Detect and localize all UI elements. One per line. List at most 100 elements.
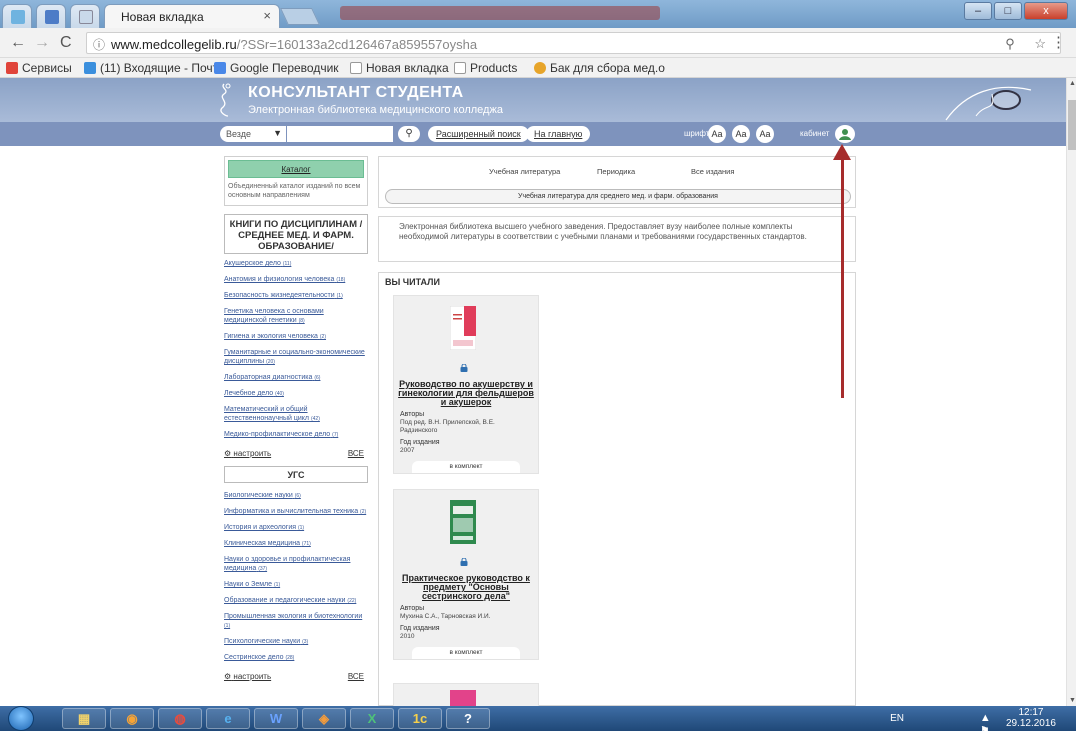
app-icon [45,10,59,24]
reload-icon[interactable]: C [60,34,72,52]
tab-mini-2[interactable] [36,4,66,28]
language-indicator[interactable]: EN [890,713,904,724]
search-input[interactable] [287,126,393,142]
tab-active[interactable]: Новая вкладка × [104,4,280,28]
search-scope-select[interactable]: Везде ▼ [220,126,286,142]
word-icon[interactable]: W [254,708,298,729]
explorer-icon[interactable]: ▦ [62,708,106,729]
ugs-link[interactable]: Науки о здоровье и профилактическая меди… [224,555,368,574]
tab-educational[interactable]: Учебная литература [489,167,560,176]
ie-icon[interactable]: e [206,708,250,729]
discipline-link[interactable]: Гигиена и экология человека (2) [224,332,368,342]
1c-icon[interactable]: 1c [398,708,442,729]
ugs-link[interactable]: Образование и педагогические науки (22) [224,596,368,606]
recently-read-title: ВЫ ЧИТАЛИ [385,277,440,287]
tab-mini-3[interactable] [70,4,100,28]
home-link[interactable]: На главную [526,126,591,142]
font-label: шрифт [684,129,710,138]
back-icon[interactable]: ← [10,34,26,52]
book-card[interactable]: Практическое руководство к предмету "Осн… [393,489,539,660]
configure-link[interactable]: ⚙ настроить [224,449,271,458]
active-collection-pill[interactable]: Учебная литература для среднего мед. и ф… [385,189,851,204]
font-medium-button[interactable]: Aa [732,125,750,143]
discipline-link[interactable]: Гуманитарные и социально-экономические д… [224,348,368,367]
font-small-button[interactable]: Aa [708,125,726,143]
advanced-search-link[interactable]: Расширенный поиск [428,126,529,142]
add-to-kit-button[interactable]: в комплект [412,647,520,659]
link-text: Информатика и вычислительная техника [224,508,359,515]
ugs-link[interactable]: История и археология (1) [224,523,368,533]
tab-all-editions[interactable]: Все издания [691,167,734,176]
ugs-link[interactable]: Промышленная экология и биотехнологии (1… [224,612,368,631]
ugs-link[interactable]: Психологические науки (3) [224,637,368,647]
bookmark-folder[interactable]: Бак для сбора мед.о [534,61,665,75]
book-card[interactable] [393,683,539,706]
forward-icon[interactable]: → [34,34,50,52]
configure-label: настроить [233,449,272,458]
all-link[interactable]: ВСЕ [348,449,364,458]
discipline-link[interactable]: Безопасность жизнедеятельности (1) [224,291,368,301]
all-link[interactable]: ВСЕ [348,672,364,681]
book-title-link[interactable]: Руководство по акушерству и гинекологии … [394,380,538,407]
apps-icon [6,62,18,74]
lock-icon [460,558,468,566]
discipline-link[interactable]: Лабораторная диагностика (6) [224,373,368,383]
ugs-link[interactable]: Сестринское дело (28) [224,653,368,663]
add-to-kit-button[interactable]: в комплект [412,461,520,473]
minimize-button[interactable]: – [964,2,992,20]
address-bar[interactable]: ⓘ www.medcollegelib.ru/?SSr=160133a2cd12… [86,32,1061,54]
tray-icons[interactable]: ▲ ⚑ ⊞ ◀) [980,712,1004,731]
search-button[interactable]: ⚲ [398,126,420,142]
link-text: Гуманитарные и социально-экономические д… [224,349,365,365]
help-icon[interactable]: ? [446,708,490,729]
bookmark-apps[interactable]: Сервисы [6,61,72,75]
gear-icon: ⚙ [224,449,232,458]
excel-icon[interactable]: X [350,708,394,729]
cabinet-button[interactable] [835,125,855,143]
discipline-link[interactable]: Анатомия и физиология человека (18) [224,275,368,285]
scroll-up-icon[interactable]: ▲ [1069,80,1076,87]
book-card[interactable]: Руководство по акушерству и гинекологии … [393,295,539,474]
scroll-thumb[interactable] [1068,100,1076,150]
paint-icon[interactable]: ◈ [302,708,346,729]
browser-menu-icon[interactable]: ⋮ [1051,33,1066,51]
discipline-link[interactable]: Акушерское дело (11) [224,259,368,269]
discipline-link[interactable]: Медико-профилактическое дело (7) [224,430,368,440]
info-icon[interactable]: ⓘ [93,36,105,53]
clock[interactable]: 12:17 29.12.2016 [1006,707,1056,729]
ugs-link[interactable]: Информатика и вычислительная техника (2) [224,507,368,517]
discipline-link[interactable]: Генетика человека с основами медицинской… [224,307,368,326]
bookmark-translate[interactable]: Google Переводчик [214,61,339,75]
authors-label: Авторы [400,411,425,418]
tab-mini-1[interactable] [2,4,32,28]
link-count: (1) [274,582,281,588]
catalog-button[interactable]: Каталог [228,160,364,178]
zoom-star-icons[interactable]: ⚲ ☆ [1005,36,1054,52]
ugs-link[interactable]: Биологические науки (6) [224,491,368,501]
font-large-button[interactable]: Aa [756,125,774,143]
configure-link[interactable]: ⚙ настроить [224,672,271,681]
link-count: (22) [347,598,357,604]
cabinet-label: кабинет [800,129,830,138]
bookmark-products[interactable]: Products [454,61,517,75]
new-tab-button[interactable] [280,8,320,25]
ugs-link[interactable]: Клиническая медицина (71) [224,539,368,549]
media-icon[interactable]: ◉ [110,708,154,729]
ugs-link[interactable]: Науки о Земле (1) [224,580,368,590]
chrome-icon[interactable]: ◍ [158,708,202,729]
stethoscope-glasses-icon [945,86,1032,121]
year-value: 2007 [400,447,415,454]
book-title-link[interactable]: Практическое руководство к предмету "Осн… [394,574,538,601]
bookmark-newtab[interactable]: Новая вкладка [350,61,449,75]
maximize-button[interactable]: □ [994,2,1022,20]
discipline-link[interactable]: Лечебное дело (40) [224,389,368,399]
link-text: Безопасность жизнедеятельности [224,292,335,299]
tab-periodicals[interactable]: Периодика [597,167,635,176]
bookmark-mail[interactable]: (11) Входящие - Почт [84,61,218,75]
close-tab-icon[interactable]: × [263,8,271,23]
start-button[interactable] [8,706,34,731]
scroll-down-icon[interactable]: ▼ [1069,697,1076,704]
discipline-link[interactable]: Математический и общий естественнонаучны… [224,405,368,424]
close-window-button[interactable]: x [1024,2,1068,20]
page-scrollbar[interactable]: ▲ ▼ [1066,78,1076,706]
